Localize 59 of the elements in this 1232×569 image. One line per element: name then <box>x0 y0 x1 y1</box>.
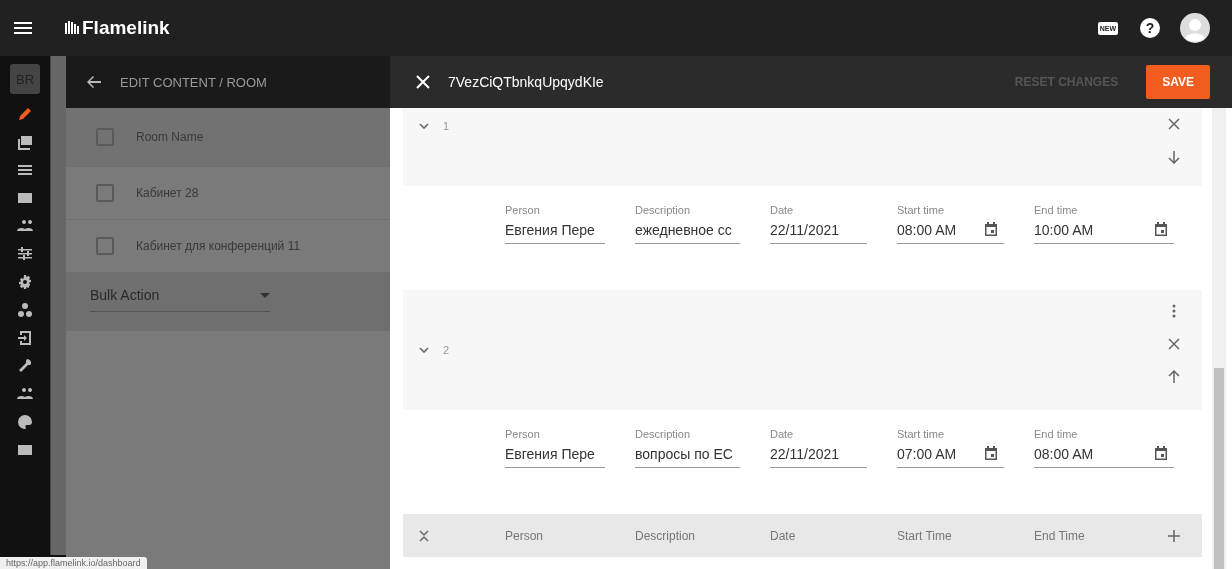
text-field[interactable]: End time 08:00 AM <box>1034 428 1174 468</box>
text-field[interactable]: Date 22/11/2021 <box>770 204 867 244</box>
text-field[interactable]: Start time 07:00 AM <box>897 428 1004 468</box>
scrollbar[interactable] <box>50 56 66 555</box>
text-field[interactable]: Person Евгения Пере <box>505 204 605 244</box>
card-icon[interactable] <box>17 442 33 458</box>
avatar-icon[interactable] <box>1180 13 1210 43</box>
column-header: Date <box>770 528 797 543</box>
calendar-icon[interactable] <box>1154 221 1168 237</box>
menu-icon[interactable] <box>14 22 32 34</box>
text-field[interactable]: Start time 08:00 AM <box>897 204 1004 244</box>
status-url-tooltip: https://app.flamelink.io/dashboard <box>0 557 147 569</box>
card-icon[interactable] <box>17 190 33 206</box>
scrollbar[interactable] <box>1212 108 1226 569</box>
row-label: Room Name <box>136 130 204 144</box>
arrow-up-icon[interactable] <box>1168 370 1180 384</box>
people-icon[interactable] <box>17 218 33 234</box>
chevron-icon[interactable] <box>419 347 429 353</box>
row-label: Кабинет 28 <box>136 186 199 200</box>
column-header: End Time <box>1034 528 1086 543</box>
text-field[interactable]: End time 10:00 AM <box>1034 204 1174 244</box>
calendar-icon[interactable] <box>984 445 998 461</box>
lines-icon[interactable] <box>17 162 33 178</box>
entry-index: 2 <box>443 344 450 356</box>
column-header: Description <box>635 528 697 543</box>
palette-icon[interactable] <box>17 414 33 430</box>
column-header: Person <box>505 528 545 543</box>
text-field[interactable]: Description вопросы по ЕС <box>635 428 740 468</box>
more-icon[interactable] <box>1172 304 1176 318</box>
arrow-down-icon[interactable] <box>1168 150 1180 164</box>
add-icon[interactable] <box>1168 529 1180 542</box>
sliders-icon[interactable] <box>17 246 33 262</box>
row-label: Кабинет для конференций 11 <box>136 239 301 253</box>
dropdown-caret-icon <box>260 292 270 298</box>
back-arrow-icon[interactable] <box>86 74 102 90</box>
expand-collapse-icon[interactable] <box>419 529 429 542</box>
images-icon[interactable] <box>17 134 33 150</box>
entry-index: 1 <box>443 120 450 132</box>
text-field[interactable]: Person Евгения Пере <box>505 428 605 468</box>
brand-name: Flamelink <box>82 17 170 39</box>
checkbox[interactable] <box>96 128 114 146</box>
column-header: Start Time <box>897 528 953 543</box>
logo-icon <box>64 20 80 36</box>
document-id: 7VezCiQTbnkqUpqydKIe <box>448 74 604 90</box>
calendar-icon[interactable] <box>984 221 998 237</box>
chevron-icon[interactable] <box>419 123 429 129</box>
login-icon[interactable] <box>17 330 33 346</box>
pencil-icon[interactable] <box>17 106 33 122</box>
nodes-icon[interactable] <box>17 302 33 318</box>
text-field[interactable]: Description ежедневное сс <box>635 204 740 244</box>
calendar-icon[interactable] <box>1154 445 1168 461</box>
checkbox[interactable] <box>96 237 114 255</box>
people-icon[interactable] <box>17 386 33 402</box>
wrench-icon[interactable] <box>17 358 33 374</box>
gear-icon[interactable] <box>17 274 33 290</box>
text-field[interactable]: Date 22/11/2021 <box>770 428 867 468</box>
checkbox[interactable] <box>96 184 114 202</box>
help-button[interactable]: ? <box>1140 18 1160 38</box>
panel-title: EDIT CONTENT / ROOM <box>120 74 267 90</box>
